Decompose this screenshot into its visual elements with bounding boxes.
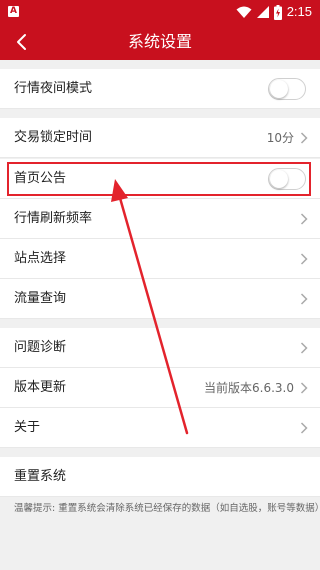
setting-label: 首页公告 <box>14 171 67 186</box>
app-bar: 系统设置 <box>0 24 320 60</box>
setting-label: 流量查询 <box>14 291 67 306</box>
chevron-right-icon <box>300 132 308 144</box>
night-mode-toggle[interactable] <box>268 78 306 100</box>
chevron-right-icon <box>300 253 308 265</box>
setting-label: 问题诊断 <box>14 340 67 355</box>
clock: 2:15 <box>286 4 312 19</box>
reset-hint-text: 温馨提示: 重置系统会清除系统已经保存的数据（如自选股，账号等数据） <box>14 503 320 514</box>
setting-version[interactable]: 版本更新 当前版本6.6.3.0 <box>0 368 320 408</box>
homepage-notice-toggle[interactable] <box>268 168 306 190</box>
wifi-icon <box>236 6 252 18</box>
setting-label: 交易锁定时间 <box>14 130 93 145</box>
setting-label: 重置系统 <box>14 469 67 484</box>
status-bar: A 2:15 <box>0 0 320 24</box>
setting-traffic[interactable]: 流量查询 <box>0 279 320 319</box>
status-icons: 2:15 <box>236 4 312 20</box>
setting-night-mode[interactable]: 行情夜间模式 <box>0 69 320 109</box>
setting-label: 版本更新 <box>14 380 67 395</box>
chevron-right-icon <box>300 342 308 354</box>
setting-homepage-notice[interactable]: 首页公告 <box>0 159 320 199</box>
version-value: 当前版本6.6.3.0 <box>204 381 294 395</box>
setting-refresh-rate[interactable]: 行情刷新频率 <box>0 199 320 239</box>
chevron-right-icon <box>300 422 308 434</box>
setting-label: 行情刷新频率 <box>14 211 93 226</box>
battery-charging-icon <box>273 4 282 20</box>
setting-site-select[interactable]: 站点选择 <box>0 239 320 279</box>
chevron-right-icon <box>300 382 308 394</box>
app-notification-icon: A <box>8 6 19 17</box>
lock-time-value: 10分 <box>266 131 294 145</box>
signal-icon <box>256 6 269 18</box>
setting-diagnosis[interactable]: 问题诊断 <box>0 328 320 368</box>
toggle-knob <box>270 170 288 188</box>
setting-lock-time[interactable]: 交易锁定时间 10分 <box>0 118 320 158</box>
setting-reset[interactable]: 重置系统 <box>0 457 320 497</box>
chevron-right-icon <box>300 293 308 305</box>
setting-label: 关于 <box>14 420 41 435</box>
setting-label: 行情夜间模式 <box>14 81 93 96</box>
toggle-knob <box>270 80 288 98</box>
page-title: 系统设置 <box>127 32 192 51</box>
setting-about[interactable]: 关于 <box>0 408 320 448</box>
setting-label: 站点选择 <box>14 251 67 266</box>
chevron-right-icon <box>300 213 308 225</box>
